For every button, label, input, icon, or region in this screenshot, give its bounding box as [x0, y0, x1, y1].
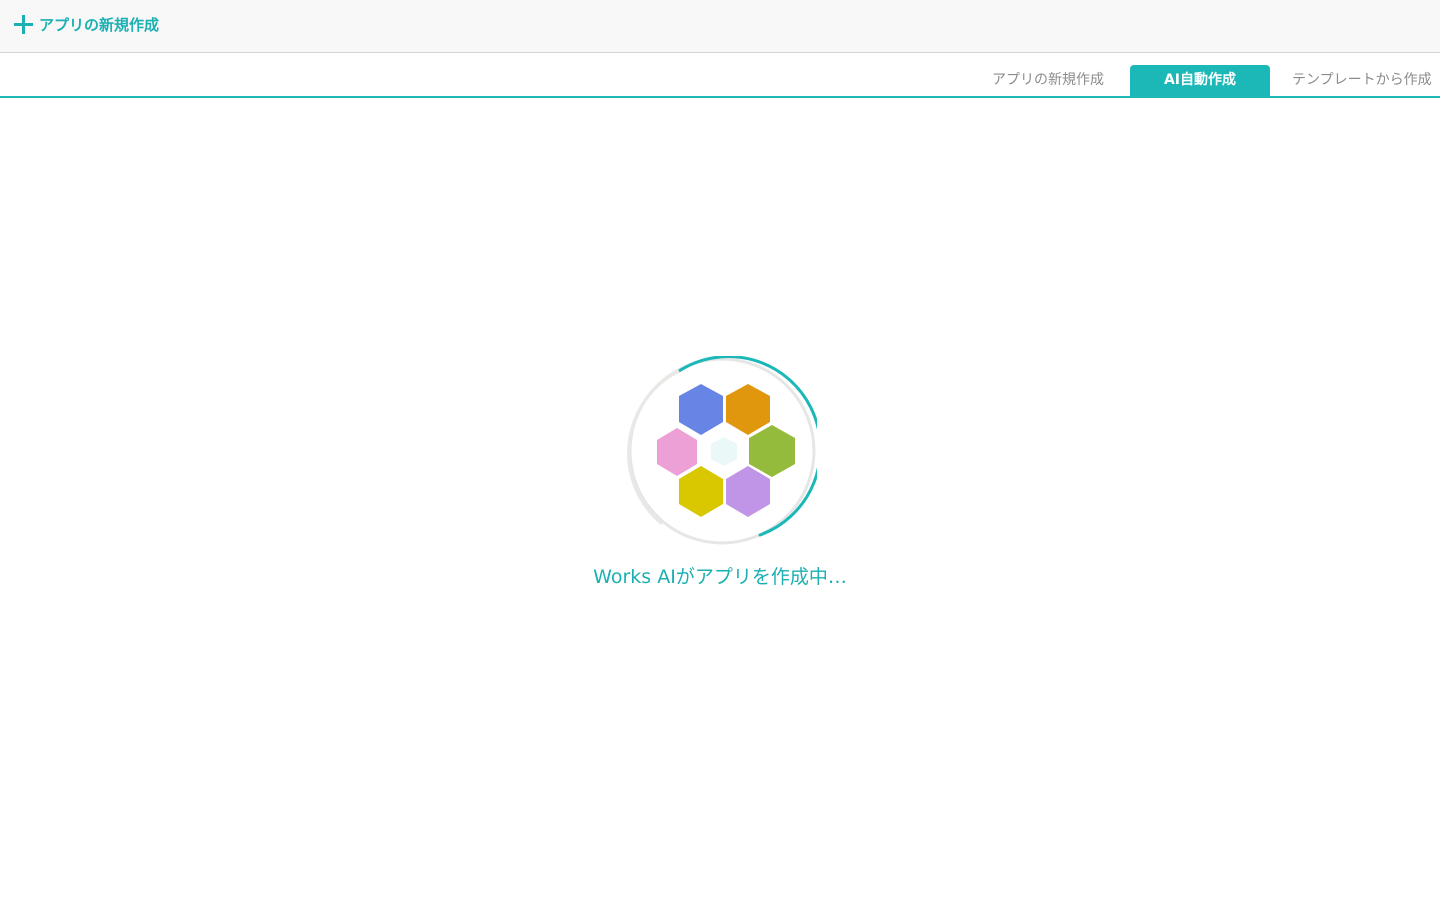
loading-status-text: Works AIがアプリを作成中…	[593, 566, 847, 588]
app-header: アプリの新規作成	[0, 0, 1440, 53]
creation-mode-tabs: アプリの新規作成 AI自動作成 テンプレートから作成	[0, 54, 1440, 98]
header-title: アプリの新規作成	[39, 15, 160, 34]
create-new-app-button[interactable]: アプリの新規作成	[13, 12, 159, 36]
plus-icon	[13, 14, 33, 34]
ai-loading-spinner	[627, 355, 822, 546]
loading-ring-icon	[627, 355, 822, 545]
tab-new-app[interactable]: アプリの新規作成	[976, 65, 1120, 96]
tab-from-template[interactable]: テンプレートから作成	[1280, 65, 1440, 96]
tab-ai-auto-create[interactable]: AI自動作成	[1130, 65, 1270, 96]
